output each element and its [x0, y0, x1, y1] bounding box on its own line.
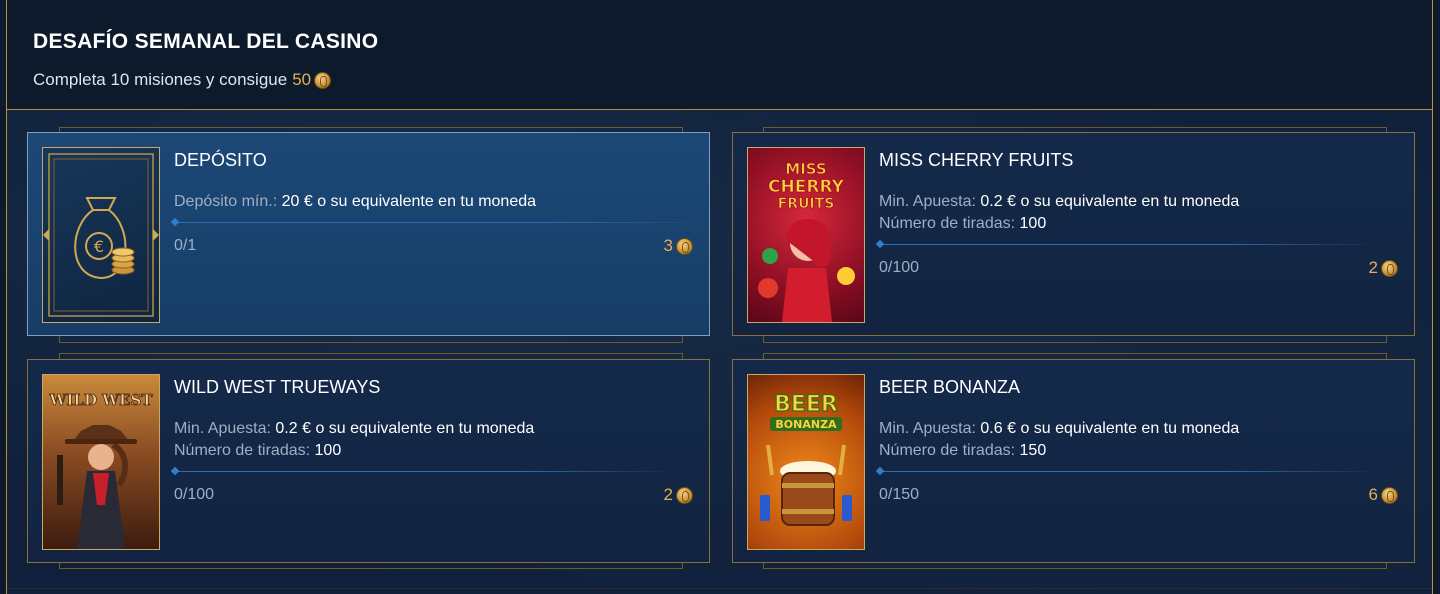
mission-reward: 3: [664, 236, 693, 256]
min-bet-value: 0.6 € o su equivalente en tu moneda: [980, 420, 1240, 437]
game-logo-text: BONANZA: [775, 418, 837, 431]
requirement-label: Depósito mín.:: [174, 193, 278, 210]
progress-bar: [879, 244, 1367, 245]
mission-thumbnail: MISS CHERRY FRUITS: [747, 147, 865, 323]
game-art-wild-west: WILD WEST: [48, 391, 154, 549]
mission-progress: 0/1: [174, 237, 197, 254]
min-bet-label: Min. Apuesta:: [879, 193, 976, 210]
min-bet-value: 0.2 € o su equivalente en tu moneda: [275, 420, 535, 437]
mission-min-bet: Min. Apuesta: 0.2 € o su equivalente en …: [879, 193, 1239, 211]
spins-label: Número de tiradas:: [879, 442, 1016, 459]
challenge-header: DESAFÍO SEMANAL DEL CASINO Completa 10 m…: [7, 0, 1432, 110]
challenge-reward-amount: 50: [292, 70, 312, 89]
game-logo-text: BEER: [774, 392, 838, 417]
game-logo-text: CHERRY: [768, 177, 845, 197]
mission-reward: 2: [664, 485, 693, 505]
progress-bar: [879, 471, 1367, 472]
mission-card-beer-bonanza[interactable]: BEER BONANZA BEER BONANZA Min. Apuesta: …: [732, 359, 1415, 563]
progress-bar: [174, 222, 694, 223]
mission-thumbnail: €: [42, 147, 160, 323]
mission-title: DEPÓSITO: [174, 150, 267, 170]
spins-label: Número de tiradas:: [174, 442, 311, 459]
coin-icon: [1381, 259, 1398, 277]
mission-card-wild-west-trueways[interactable]: WILD WEST WILD WEST TRUEWAYS Min. Apuest…: [27, 359, 710, 563]
mission-requirement: Depósito mín.: 20 € o su equivalente en …: [174, 193, 536, 211]
progress-bar: [174, 471, 662, 472]
mission-reward-amount: 2: [1368, 258, 1378, 277]
spins-value: 150: [1019, 442, 1047, 459]
mission-thumbnail: BEER BONANZA: [747, 374, 865, 550]
challenge-subtitle-text: Completa 10 misiones y consigue: [33, 70, 288, 89]
mission-thumbnail: WILD WEST: [42, 374, 160, 550]
mission-spins: Número de tiradas: 100: [879, 215, 1046, 233]
coin-icon: [676, 237, 693, 255]
mission-reward-amount: 2: [663, 485, 673, 504]
game-logo-text: FRUITS: [778, 196, 835, 212]
mission-title: WILD WEST TRUEWAYS: [174, 377, 381, 397]
requirement-value: 20 € o su equivalente en tu moneda: [281, 193, 537, 210]
coin-icon: [314, 71, 332, 89]
mission-min-bet: Min. Apuesta: 0.2 € o su equivalente en …: [174, 420, 534, 438]
spins-value: 100: [314, 442, 342, 459]
spins-value: 100: [1019, 215, 1047, 232]
spins-label: Número de tiradas:: [879, 215, 1016, 232]
min-bet-label: Min. Apuesta:: [174, 420, 271, 437]
mission-progress: 0/150: [879, 486, 920, 503]
mission-progress: 0/100: [174, 486, 215, 503]
mission-title: MISS CHERRY FRUITS: [879, 150, 1074, 170]
mission-reward: 2: [1369, 258, 1398, 278]
mission-card-deposit[interactable]: € DEPÓSITO Depósito mín.: 20 € o su equi…: [27, 132, 710, 336]
min-bet-label: Min. Apuesta:: [879, 420, 976, 437]
svg-text:€: €: [94, 237, 104, 256]
game-logo-text: MISS: [785, 160, 826, 178]
coin-icon: [1381, 486, 1398, 504]
mission-reward-amount: 6: [1368, 485, 1378, 504]
bottom-divider: [7, 588, 1432, 589]
mission-min-bet: Min. Apuesta: 0.6 € o su equivalente en …: [879, 420, 1239, 438]
game-logo-text: WILD WEST: [49, 391, 154, 409]
min-bet-value: 0.2 € o su equivalente en tu moneda: [980, 193, 1240, 210]
mission-progress: 0/100: [879, 259, 920, 276]
mission-reward-amount: 3: [663, 236, 673, 255]
game-art-miss-cherry-fruits: MISS CHERRY FRUITS: [758, 160, 855, 322]
mission-reward: 6: [1369, 485, 1398, 505]
game-art-beer-bonanza: BEER BONANZA: [760, 391, 852, 526]
coin-icon: [676, 486, 693, 504]
challenge-title: DESAFÍO SEMANAL DEL CASINO: [33, 30, 379, 53]
mission-title: BEER BONANZA: [879, 377, 1021, 397]
mission-spins: Número de tiradas: 100: [174, 442, 341, 460]
weekly-challenge-panel: DESAFÍO SEMANAL DEL CASINO Completa 10 m…: [6, 0, 1433, 594]
challenge-subtitle: Completa 10 misiones y consigue 50: [33, 70, 332, 90]
money-bag-euro-icon: €: [43, 153, 159, 317]
mission-card-miss-cherry-fruits[interactable]: MISS CHERRY FRUITS MISS CHERRY FRUITS Mi…: [732, 132, 1415, 336]
mission-spins: Número de tiradas: 150: [879, 442, 1046, 460]
